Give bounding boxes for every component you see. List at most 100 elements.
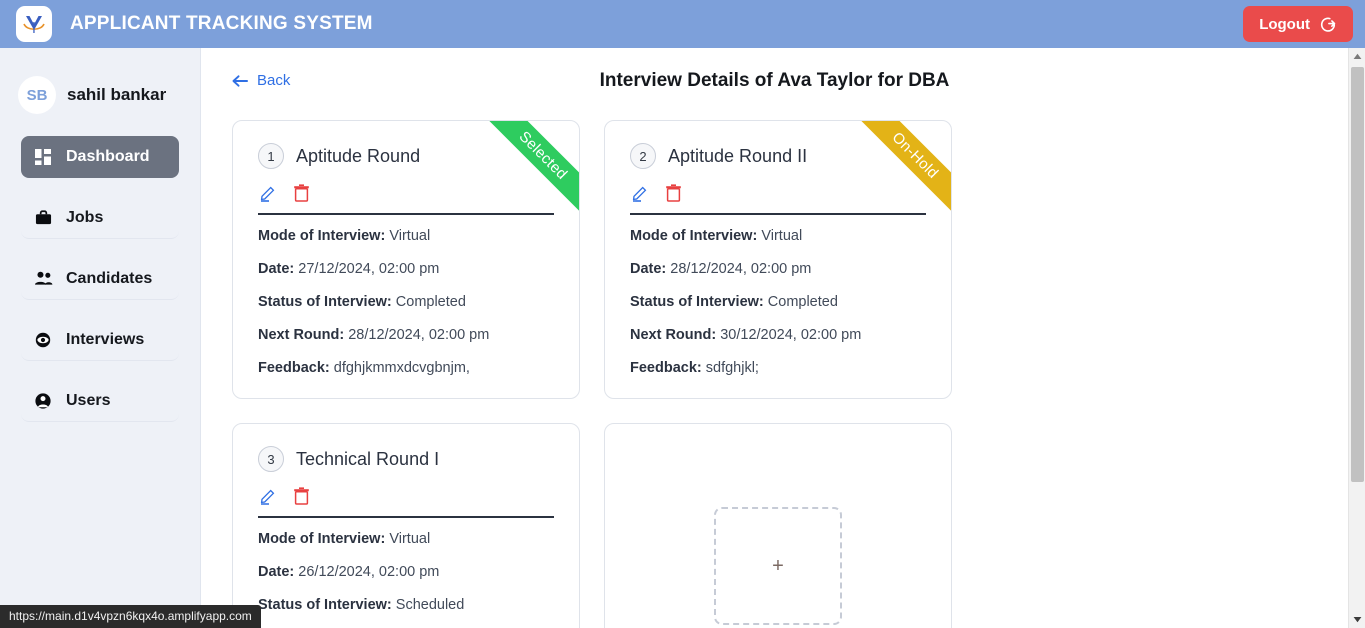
- edit-button[interactable]: [631, 184, 649, 202]
- app-header: APPLICANT TRACKING SYSTEM Logout: [0, 0, 1365, 48]
- round-number-badge: 3: [258, 446, 284, 472]
- sidebar-item-candidates[interactable]: Candidates: [21, 258, 179, 300]
- field-label: Next Round:: [630, 327, 717, 343]
- sidebar-item-label: Users: [66, 391, 111, 409]
- field-value: 26/12/2024, 02:00 pm: [298, 564, 440, 580]
- field-date: Date: 26/12/2024, 02:00 pm: [258, 564, 554, 580]
- interview-card[interactable]: Selected 1 Aptitude Round Mode of Interv…: [232, 120, 580, 399]
- field-label: Next Round:: [258, 327, 345, 343]
- field-value: Virtual: [761, 228, 803, 244]
- main-content: Back Interview Details of Ava Taylor for…: [201, 48, 1348, 628]
- pencil-edit-icon: [260, 186, 275, 202]
- dashboard-grid-icon: [33, 147, 53, 167]
- field-label: Mode of Interview:: [630, 228, 758, 244]
- delete-button[interactable]: [293, 487, 310, 505]
- briefcase-icon: [33, 208, 53, 228]
- sidebar-item-dashboard[interactable]: Dashboard: [21, 136, 179, 178]
- field-date: Date: 28/12/2024, 02:00 pm: [630, 261, 926, 277]
- scroll-up-button[interactable]: [1349, 48, 1365, 65]
- eye-circle-icon: [33, 330, 53, 350]
- delete-button[interactable]: [665, 184, 682, 202]
- field-next-round: Next Round: 30/12/2024, 02:00 pm: [630, 327, 926, 343]
- interview-card[interactable]: On-Hold 2 Aptitude Round II Mode of Inte…: [604, 120, 952, 399]
- sidebar-user: SB sahil bankar: [0, 72, 200, 118]
- v-bird-logo-icon: [23, 16, 45, 33]
- card-title: Aptitude Round: [296, 145, 421, 166]
- card-actions: [258, 175, 554, 202]
- field-label: Status of Interview:: [630, 294, 764, 310]
- field-mode: Mode of Interview: Virtual: [258, 228, 554, 244]
- pencil-edit-icon: [260, 489, 275, 505]
- trash-delete-icon: [666, 184, 681, 202]
- field-value: Virtual: [389, 228, 431, 244]
- sidebar-item-interviews[interactable]: Interviews: [21, 319, 179, 361]
- status-bar-url: https://main.d1v4vpzn6kqx4o.amplifyapp.c…: [0, 605, 261, 628]
- sidebar-item-jobs[interactable]: Jobs: [21, 197, 179, 239]
- scrollbar-thumb[interactable]: [1351, 67, 1364, 482]
- field-label: Mode of Interview:: [258, 228, 386, 244]
- logout-label: Logout: [1259, 15, 1310, 33]
- sidebar-nav: Dashboard Jobs Candidates Interviews Use…: [0, 136, 200, 422]
- field-label: Date:: [258, 564, 295, 580]
- people-icon: [33, 269, 53, 289]
- edit-button[interactable]: [259, 184, 277, 202]
- field-label: Mode of Interview:: [258, 531, 386, 547]
- app-title: APPLICANT TRACKING SYSTEM: [70, 13, 373, 34]
- interview-card[interactable]: 3 Technical Round I Mode of Interview: V…: [232, 423, 580, 628]
- trash-delete-icon: [294, 184, 309, 202]
- card-divider: [258, 213, 554, 215]
- sidebar-item-users[interactable]: Users: [21, 380, 179, 422]
- sidebar-item-label: Candidates: [66, 269, 153, 287]
- caret-up-icon: [1353, 53, 1362, 59]
- add-interview-card[interactable]: +: [604, 423, 952, 628]
- card-divider: [258, 516, 554, 518]
- field-status: Status of Interview: Scheduled: [258, 597, 554, 613]
- card-divider: [630, 213, 926, 215]
- sidebar-item-label: Jobs: [66, 208, 104, 226]
- field-status: Status of Interview: Completed: [258, 294, 554, 310]
- trash-delete-icon: [294, 487, 309, 505]
- field-status: Status of Interview: Completed: [630, 294, 926, 310]
- edit-button[interactable]: [259, 487, 277, 505]
- card-header: 3 Technical Round I: [258, 446, 554, 472]
- page-title: Interview Details of Ava Taylor for DBA: [599, 70, 950, 91]
- vertical-scrollbar[interactable]: [1348, 48, 1365, 628]
- round-number-badge: 1: [258, 143, 284, 169]
- card-actions: [630, 175, 926, 202]
- logout-button[interactable]: Logout: [1243, 6, 1353, 42]
- card-title: Technical Round I: [296, 448, 440, 469]
- field-next-round: Next Round: 28/12/2024, 02:00 pm: [258, 327, 554, 343]
- user-name: sahil bankar: [67, 85, 167, 104]
- card-header: 1 Aptitude Round: [258, 143, 554, 169]
- delete-button[interactable]: [293, 184, 310, 202]
- scroll-down-button[interactable]: [1349, 611, 1365, 628]
- field-label: Feedback:: [258, 360, 330, 376]
- user-circle-icon: [33, 391, 53, 411]
- field-value: 28/12/2024, 02:00 pm: [348, 327, 490, 343]
- field-value: 27/12/2024, 02:00 pm: [298, 261, 440, 277]
- status-ribbon: On-Hold: [846, 121, 951, 225]
- logout-arrow-icon: [1320, 17, 1336, 32]
- sidebar-item-label: Dashboard: [66, 148, 150, 165]
- sidebar: SB sahil bankar Dashboard Jobs Candidate…: [0, 48, 201, 628]
- field-label: Status of Interview:: [258, 597, 392, 613]
- interview-cards-grid: Selected 1 Aptitude Round Mode of Interv…: [201, 104, 1348, 628]
- card-title: Aptitude Round II: [668, 145, 808, 166]
- field-value: Completed: [767, 294, 838, 310]
- field-feedback: Feedback: sdfghjkl;: [630, 360, 926, 376]
- status-ribbon: Selected: [474, 121, 579, 225]
- field-value: 30/12/2024, 02:00 pm: [720, 327, 862, 343]
- app-logo: [16, 6, 52, 42]
- field-value: 28/12/2024, 02:00 pm: [670, 261, 812, 277]
- field-mode: Mode of Interview: Virtual: [630, 228, 926, 244]
- field-value: dfghjkmmxdcvgbnjm,: [333, 360, 470, 376]
- field-date: Date: 27/12/2024, 02:00 pm: [258, 261, 554, 277]
- sidebar-item-label: Interviews: [66, 330, 145, 348]
- field-value: Completed: [395, 294, 466, 310]
- add-dropzone[interactable]: +: [714, 507, 842, 625]
- caret-down-icon: [1353, 617, 1362, 623]
- pencil-edit-icon: [632, 186, 647, 202]
- field-label: Date:: [258, 261, 295, 277]
- field-feedback: Feedback: dfghjkmmxdcvgbnjm,: [258, 360, 554, 376]
- field-label: Feedback:: [630, 360, 702, 376]
